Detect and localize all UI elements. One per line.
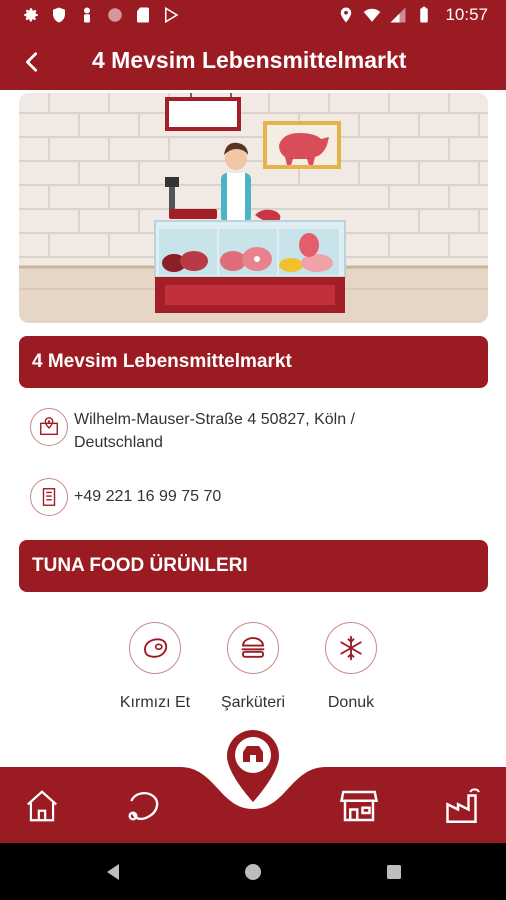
category-frozen[interactable]: Donuk xyxy=(301,622,401,712)
category-label: Kırmızı Et xyxy=(119,694,191,711)
back-button[interactable] xyxy=(14,44,50,80)
category-red-meat[interactable]: Kırmızı Et xyxy=(105,622,205,712)
settings-icon xyxy=(24,8,38,22)
system-recents-button[interactable] xyxy=(382,860,406,884)
record-icon xyxy=(108,8,122,22)
store-illustration xyxy=(19,93,488,323)
category-label: Şarküteri xyxy=(220,694,286,711)
factory-icon xyxy=(446,788,480,823)
system-back-button[interactable] xyxy=(101,860,125,884)
snowflake-icon xyxy=(325,622,377,674)
app-bar: 4 Mevsim Lebensmittelmarkt xyxy=(0,32,506,90)
market-icon xyxy=(340,790,378,822)
status-bar: 10:57 xyxy=(0,0,506,32)
phone-row[interactable]: +49 221 16 99 75 70 xyxy=(30,478,221,516)
burger-icon xyxy=(227,622,279,674)
home-icon xyxy=(27,790,57,822)
phone-building-icon xyxy=(30,478,68,516)
products-section-title: TUNA FOOD ÜRÜNLERI xyxy=(19,540,488,592)
back-triangle-icon xyxy=(107,864,119,880)
status-time: 10:57 xyxy=(445,5,488,24)
meat-icon xyxy=(128,792,159,821)
category-label: Donuk xyxy=(327,694,375,711)
address-line-1: Wilhelm-Mauser-Straße 4 50827, Köln / xyxy=(74,411,355,428)
nav-market[interactable] xyxy=(334,781,384,831)
recents-square-icon xyxy=(387,865,401,879)
sd-card-icon xyxy=(137,7,149,23)
person-icon xyxy=(84,7,90,23)
battery-icon xyxy=(420,6,429,23)
home-circle-icon xyxy=(245,864,261,880)
system-home-button[interactable] xyxy=(241,860,265,884)
nav-store-locator[interactable] xyxy=(225,728,281,804)
phone-number: +49 221 16 99 75 70 xyxy=(74,488,222,505)
address-row[interactable]: Wilhelm-Mauser-Straße 4 50827, Köln / De… xyxy=(30,408,355,454)
play-store-icon xyxy=(165,6,179,24)
back-arrow-icon xyxy=(26,52,38,72)
map-location-icon xyxy=(30,408,68,446)
shield-icon xyxy=(53,7,65,23)
location-icon xyxy=(341,7,352,23)
signal-icon xyxy=(390,7,406,23)
nav-home[interactable] xyxy=(17,781,67,831)
nav-factory[interactable] xyxy=(440,781,490,831)
wifi-icon xyxy=(364,8,381,22)
nav-meat[interactable] xyxy=(118,781,168,831)
system-navigation-bar xyxy=(0,843,506,900)
category-charcuterie[interactable]: Şarküteri xyxy=(203,622,303,712)
steak-icon xyxy=(129,622,181,674)
page-title: 4 Mevsim Lebensmittelmarkt xyxy=(92,47,407,73)
store-name-bar: 4 Mevsim Lebensmittelmarkt xyxy=(19,336,488,388)
store-locator-icon xyxy=(227,730,279,802)
address-line-2: Deutschland xyxy=(74,434,163,451)
